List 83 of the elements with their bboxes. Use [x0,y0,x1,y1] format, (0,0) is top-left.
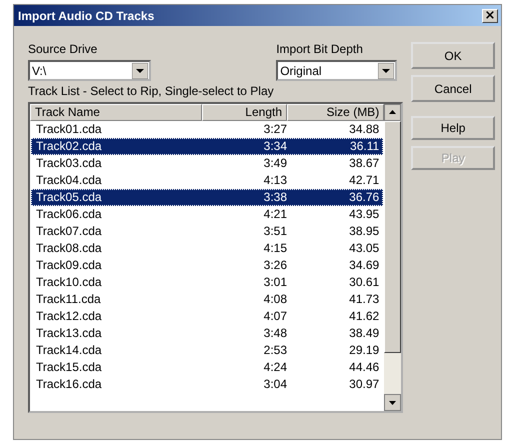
track-size: 36.11 [349,138,380,155]
track-length: 3:04 [262,376,287,393]
track-row[interactable]: Track16.cda 3:04 30.97 [31,376,384,393]
track-name: Track02.cda [36,138,103,155]
track-size: 42.71 [348,172,380,189]
track-size: 34.88 [348,121,380,138]
scroll-down-icon[interactable] [384,394,402,411]
track-length: 4:07 [262,308,287,325]
track-name: Track14.cda [36,342,103,359]
scroll-thumb[interactable] [384,121,402,353]
track-length: 4:13 [262,172,287,189]
track-row[interactable]: Track11.cda 4:08 41.73 [31,291,384,308]
track-row[interactable]: Track13.cda 3:48 38.49 [31,325,384,342]
bit-depth-label: Import Bit Depth [276,42,364,56]
track-name: Track08.cda [36,240,103,257]
track-size: 29.19 [348,342,380,359]
track-size: 41.73 [348,291,380,308]
dialog-button[interactable]: Help [411,116,495,140]
track-name: Track16.cda [36,376,103,393]
track-row[interactable]: Track03.cda 3:49 38.67 [31,155,384,172]
dropdown-arrow-icon [378,62,394,78]
track-size: 34.69 [348,257,380,274]
track-name: Track10.cda [36,274,103,291]
track-length: 3:49 [262,155,287,172]
track-row[interactable]: Track05.cda 3:38 36.76 [31,189,384,206]
track-name: Track07.cda [36,223,103,240]
track-size: 30.97 [348,376,380,393]
dialog-button[interactable]: Cancel [411,75,495,102]
track-name: Track05.cda [36,189,103,206]
track-name: Track11.cda [36,291,102,308]
track-size: 44.46 [348,359,380,376]
track-size: 30.61 [348,274,380,291]
track-row[interactable]: Track09.cda 3:26 34.69 [31,257,384,274]
track-name: Track03.cda [36,155,103,172]
track-row[interactable]: Track02.cda 3:34 36.11 [31,138,384,155]
track-name: Track04.cda [36,172,103,189]
track-length: 3:34 [262,138,287,155]
track-size: 38.67 [348,155,380,172]
window-title: Import Audio CD Tracks [18,8,154,22]
column-header[interactable]: Track Name [30,104,202,121]
track-name: Track15.cda [36,359,103,376]
track-row[interactable]: Track04.cda 4:13 42.71 [31,172,384,189]
track-name: Track12.cda [36,308,103,325]
source-drive-label: Source Drive [28,42,98,56]
track-list-label: Track List - Select to Rip, Single-select to Play [28,84,275,98]
track-size: 43.05 [348,240,380,257]
track-row[interactable]: Track07.cda 3:51 38.95 [31,223,384,240]
track-length: 4:24 [262,359,287,376]
track-name: Track01.cda [36,121,103,138]
close-button[interactable]: × [482,8,498,22]
track-length: 3:27 [262,121,287,138]
track-length: 3:51 [262,223,287,240]
column-header[interactable]: Size (MB) [287,104,384,121]
track-name: Track13.cda [36,325,103,342]
source-drive-dropdown[interactable]: V:\ [28,60,151,81]
track-row[interactable]: Track10.cda 3:01 30.61 [31,274,384,291]
track-size: 38.95 [348,223,380,240]
dialog-button[interactable]: OK [411,42,495,69]
track-length: 3:38 [262,189,287,206]
track-length: 3:01 [262,274,287,291]
track-row[interactable]: Track12.cda 4:07 41.62 [31,308,384,325]
track-size: 38.49 [348,325,380,342]
track-length: 3:48 [262,325,287,342]
scrollbar[interactable] [384,104,402,411]
bit-depth-dropdown[interactable]: Original [276,60,398,81]
track-name: Track09.cda [36,257,103,274]
track-size: 43.95 [348,206,380,223]
dropdown-arrow-icon [132,62,148,78]
track-row[interactable]: Track15.cda 4:24 44.46 [31,359,384,376]
scroll-up-icon[interactable] [384,104,402,121]
track-length: 4:08 [262,291,287,308]
track-size: 36.76 [348,189,380,206]
track-size: 41.62 [348,308,380,325]
track-length: 4:21 [262,206,287,223]
track-length: 3:26 [262,257,287,274]
column-header[interactable]: Length [202,104,287,121]
track-row[interactable]: Track08.cda 4:15 43.05 [31,240,384,257]
track-name: Track06.cda [36,206,103,223]
track-row[interactable]: Track06.cda 4:21 43.95 [31,206,384,223]
track-row[interactable]: Track01.cda 3:27 34.88 [31,121,384,138]
track-length: 4:15 [262,240,287,257]
track-length: 2:53 [262,342,287,359]
track-row[interactable]: Track14.cda 2:53 29.19 [31,342,384,359]
